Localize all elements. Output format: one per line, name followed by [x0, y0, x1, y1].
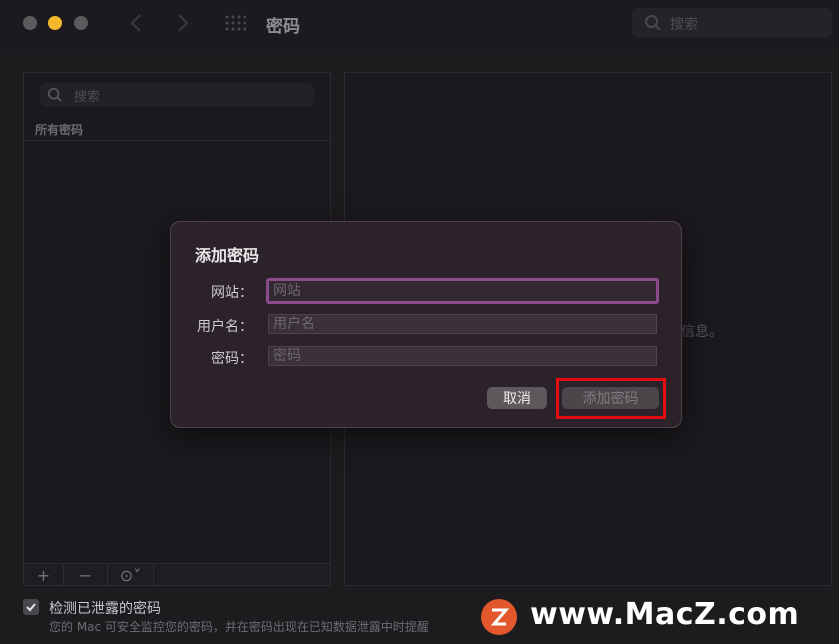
dialog-title: 添加密码 — [195, 246, 260, 265]
more-options-button[interactable]: ⊙˅ — [108, 564, 154, 586]
search-icon — [645, 15, 661, 31]
detect-leaked-label: 检测已泄露的密码 — [49, 601, 161, 617]
show-all-preferences-button[interactable] — [224, 14, 247, 32]
add-password-button[interactable]: + — [24, 564, 64, 586]
close-window-button[interactable] — [23, 16, 37, 30]
add-password-button[interactable]: 添加密码 — [562, 387, 659, 409]
detect-leaked-checkbox[interactable] — [23, 599, 39, 615]
title-bar: 密码 搜索 — [0, 0, 839, 50]
back-button[interactable] — [126, 10, 146, 36]
password-label: 密码： — [211, 351, 253, 367]
window-title: 密码 — [266, 17, 300, 37]
watermark-logo — [481, 599, 517, 635]
sidebar-search-field[interactable]: 搜索 — [40, 83, 314, 107]
forward-button[interactable] — [173, 10, 193, 36]
remove-password-button[interactable]: − — [64, 564, 108, 586]
checkmark-icon — [26, 603, 36, 612]
website-label: 网站： — [211, 285, 253, 301]
search-icon — [47, 87, 62, 102]
watermark-text: www.MacZ.com — [530, 597, 800, 632]
sidebar-search-placeholder: 搜索 — [74, 90, 101, 105]
zoom-window-button[interactable] — [74, 16, 88, 30]
chevron-right-icon — [178, 14, 189, 32]
list-toolbar: + − ⊙˅ — [24, 563, 330, 586]
chevron-left-icon — [130, 14, 141, 32]
add-password-dialog: 添加密码 网站： 用户名： 密码： 取消 添加密码 — [170, 221, 682, 428]
toolbar-search-placeholder: 搜索 — [670, 17, 698, 33]
toolbar-search-field[interactable]: 搜索 — [632, 8, 832, 38]
grid-icon — [225, 15, 247, 31]
detail-hint-text: 信息。 — [681, 324, 723, 340]
detect-leaked-description: 您的 Mac 可安全监控您的密码，并在密码出现在已知数据泄露中时提醒 — [49, 620, 429, 634]
minimize-window-button[interactable] — [48, 16, 62, 30]
divider — [24, 140, 330, 141]
username-field[interactable] — [268, 314, 657, 334]
website-field[interactable] — [266, 278, 659, 304]
username-label: 用户名： — [197, 319, 253, 335]
cancel-button[interactable]: 取消 — [487, 387, 547, 409]
list-header: 所有密码 — [35, 123, 84, 137]
z-logo-icon — [490, 608, 509, 626]
password-field[interactable] — [268, 346, 657, 366]
